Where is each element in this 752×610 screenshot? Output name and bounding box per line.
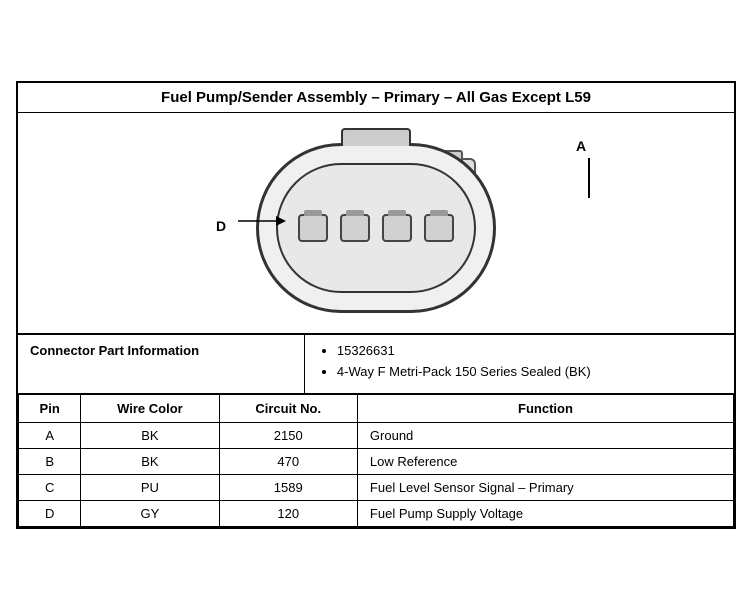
- cell-function: Ground: [357, 423, 733, 449]
- cell-pin: C: [19, 475, 81, 501]
- cell-wire-color: BK: [81, 449, 219, 475]
- col-header-circuit-no: Circuit No.: [219, 395, 357, 423]
- cell-pin: D: [19, 501, 81, 527]
- outer-table: Fuel Pump/Sender Assembly – Primary – Al…: [16, 81, 736, 529]
- cell-circuit-no: 1589: [219, 475, 357, 501]
- pins-row: [298, 214, 454, 242]
- bullet-list: 15326631 4-Way F Metri-Pack 150 Series S…: [317, 343, 722, 379]
- cell-wire-color: BK: [81, 423, 219, 449]
- pin-data-table: Pin Wire Color Circuit No. Function ABK2…: [18, 394, 734, 527]
- pin-slot-4: [424, 214, 454, 242]
- col-header-function: Function: [357, 395, 733, 423]
- diagram-cell: A D: [17, 113, 735, 335]
- label-d: D: [216, 218, 226, 234]
- col-header-wire-color: Wire Color: [81, 395, 219, 423]
- connector-handle: [341, 128, 411, 146]
- cell-function: Fuel Level Sensor Signal – Primary: [357, 475, 733, 501]
- cell-wire-color: PU: [81, 475, 219, 501]
- page-title: Fuel Pump/Sender Assembly – Primary – Al…: [17, 82, 735, 113]
- table-row: CPU1589Fuel Level Sensor Signal – Primar…: [19, 475, 734, 501]
- pin-slot-2: [340, 214, 370, 242]
- connector-inner: [276, 163, 476, 293]
- connector-info-table: Connector Part Information 15326631 4-Wa…: [18, 335, 734, 393]
- connector-diagram: A D: [256, 143, 496, 313]
- cell-function: Low Reference: [357, 449, 733, 475]
- connector-info-row: Connector Part Information 15326631 4-Wa…: [17, 334, 735, 394]
- cell-circuit-no: 2150: [219, 423, 357, 449]
- cell-pin: A: [19, 423, 81, 449]
- cell-wire-color: GY: [81, 501, 219, 527]
- arrow-a-line: [588, 158, 590, 198]
- connector-info-values: 15326631 4-Way F Metri-Pack 150 Series S…: [304, 335, 734, 393]
- cell-pin: B: [19, 449, 81, 475]
- arrow-d: [238, 211, 288, 231]
- cell-circuit-no: 470: [219, 449, 357, 475]
- label-a: A: [576, 138, 586, 154]
- cell-function: Fuel Pump Supply Voltage: [357, 501, 733, 527]
- col-header-pin: Pin: [19, 395, 81, 423]
- table-row: ABK2150Ground: [19, 423, 734, 449]
- pin-slot-1: [298, 214, 328, 242]
- cell-circuit-no: 120: [219, 501, 357, 527]
- data-table-row: Pin Wire Color Circuit No. Function ABK2…: [17, 394, 735, 529]
- table-row: BBK470Low Reference: [19, 449, 734, 475]
- connector-body: [256, 143, 496, 313]
- connector-info-label: Connector Part Information: [18, 335, 304, 393]
- table-row: DGY120Fuel Pump Supply Voltage: [19, 501, 734, 527]
- pin-slot-3: [382, 214, 412, 242]
- bullet-item-1: 15326631: [337, 343, 722, 358]
- bullet-item-2: 4-Way F Metri-Pack 150 Series Sealed (BK…: [337, 364, 722, 379]
